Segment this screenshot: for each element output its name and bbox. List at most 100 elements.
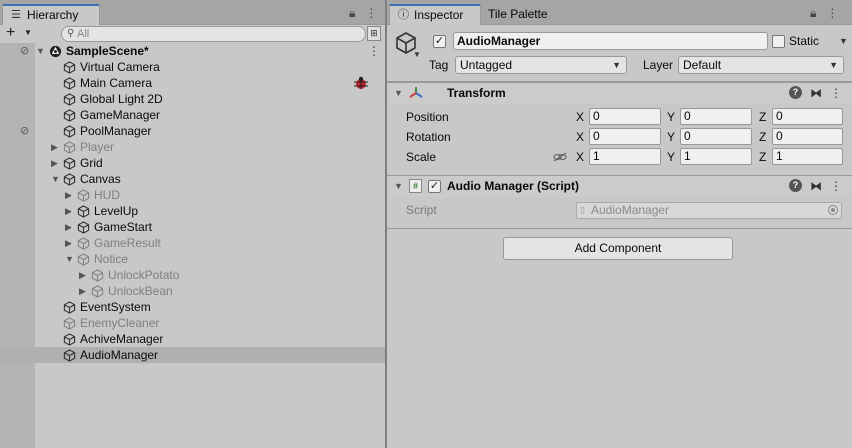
transform-field-z[interactable]: 0 — [772, 108, 843, 125]
hierarchy-item-label: EnemyCleaner — [80, 316, 160, 330]
static-dropdown-icon[interactable]: ▼ — [839, 36, 848, 46]
expand-arrow-icon[interactable]: ▼ — [65, 251, 75, 267]
lock-icon[interactable]: 🔒︎ — [349, 6, 355, 21]
tab-inspector-label: Inspector — [414, 8, 464, 22]
transform-row-label: Rotation — [406, 130, 451, 144]
object-picker-icon[interactable] — [828, 205, 838, 215]
fold-arrow-icon[interactable]: ▼ — [394, 88, 403, 98]
more-menu-icon[interactable]: ⋮ — [826, 6, 838, 20]
hierarchy-item[interactable]: ▼ Notice — [0, 251, 386, 267]
hierarchy-item[interactable]: ▶ UnlockBean — [0, 283, 386, 299]
hierarchy-item[interactable]: AchiveManager — [0, 331, 386, 347]
expand-arrow-icon[interactable]: ▼ — [36, 43, 46, 59]
hierarchy-item[interactable]: EnemyCleaner — [0, 315, 386, 331]
static-checkbox[interactable] — [772, 35, 785, 48]
collapse-arrow-icon[interactable]: ▶ — [65, 219, 75, 235]
expand-arrow-icon[interactable]: ▼ — [51, 171, 61, 187]
hierarchy-item[interactable]: Virtual Camera — [0, 59, 386, 75]
tab-inspector[interactable]: ⓘ Inspector — [389, 4, 481, 25]
hierarchy-item[interactable]: AudioManager — [0, 347, 386, 363]
inspector-tab-bar: ⓘ Inspector Tile Palette 🔒︎ ⋮ — [387, 0, 852, 25]
axis-label-y[interactable]: Y — [667, 110, 675, 124]
transform-field-z[interactable]: 1 — [772, 148, 843, 165]
hierarchy-item[interactable]: ▶ GameStart — [0, 219, 386, 235]
collapse-arrow-icon[interactable]: ▶ — [51, 155, 61, 171]
component-menu-icon[interactable]: ⋮ — [830, 86, 842, 100]
axis-label-z[interactable]: Z — [759, 150, 766, 164]
create-plus-button[interactable]: + — [6, 25, 15, 41]
chevron-down-icon[interactable]: ▼ — [413, 50, 421, 59]
collapse-arrow-icon[interactable]: ▶ — [65, 203, 75, 219]
tab-tile-palette[interactable]: Tile Palette — [483, 4, 548, 25]
script-object-field[interactable]: ▯ AudioManager — [576, 202, 842, 219]
search-filter-button[interactable]: ⊞ — [367, 26, 381, 41]
hierarchy-search[interactable]: ⚲ — [61, 26, 366, 42]
hierarchy-item[interactable]: ▶ GameResult — [0, 235, 386, 251]
scene-row[interactable]: ⊘ ▼ SampleScene* ⋮ — [0, 43, 386, 59]
script-enabled-checkbox[interactable]: ✓ — [428, 180, 441, 193]
fold-arrow-icon[interactable]: ▼ — [394, 181, 403, 191]
hierarchy-item[interactable]: ▼ Canvas — [0, 171, 386, 187]
hierarchy-item[interactable]: ▶ HUD — [0, 187, 386, 203]
collapse-arrow-icon[interactable]: ▶ — [65, 187, 75, 203]
object-name-field[interactable]: AudioManager — [453, 32, 768, 50]
hierarchy-item[interactable]: Main Camera — [0, 75, 386, 91]
transform-field-y[interactable]: 0 — [680, 128, 752, 145]
hierarchy-item[interactable]: PoolManager ⊘ — [0, 123, 386, 139]
static-label: Static — [789, 34, 820, 48]
axis-label-x[interactable]: X — [576, 150, 584, 164]
scene-menu-icon[interactable]: ⋮ — [368, 43, 380, 59]
preset-sliders-icon[interactable]: ⧓ — [810, 179, 822, 193]
hierarchy-item[interactable]: ▶ LevelUp — [0, 203, 386, 219]
chevron-down-icon[interactable]: ▼ — [24, 28, 32, 37]
collapse-arrow-icon[interactable]: ▶ — [79, 283, 89, 299]
axis-label-x[interactable]: X — [576, 110, 584, 124]
more-menu-icon[interactable]: ⋮ — [365, 6, 377, 20]
collapse-arrow-icon[interactable]: ▶ — [79, 267, 89, 283]
hidden-eye-icon[interactable]: ⊘ — [20, 123, 29, 139]
hierarchy-tree: ⊘ ▼ SampleScene* ⋮ Virtual Camera Main Ca… — [0, 43, 386, 363]
axis-label-y[interactable]: Y — [667, 150, 675, 164]
hierarchy-item[interactable]: Global Light 2D — [0, 91, 386, 107]
axis-label-z[interactable]: Z — [759, 130, 766, 144]
layer-dropdown[interactable]: Default ▼ — [678, 56, 844, 74]
transform-header[interactable]: ▼ Transform ? ⧓ ⋮ — [387, 82, 852, 104]
tab-hierarchy-label: Hierarchy — [27, 8, 79, 22]
preset-sliders-icon[interactable]: ⧓ — [810, 86, 822, 100]
scene-visibility-icon[interactable]: ⊘ — [20, 43, 29, 59]
active-checkbox[interactable]: ✓ — [433, 35, 446, 48]
tab-hierarchy[interactable]: ☰ Hierarchy — [2, 4, 100, 25]
component-menu-icon[interactable]: ⋮ — [830, 179, 842, 193]
transform-field-y[interactable]: 1 — [680, 148, 752, 165]
axis-label-y[interactable]: Y — [667, 130, 675, 144]
constrain-proportions-icon[interactable] — [553, 152, 567, 162]
tag-dropdown[interactable]: Untagged ▼ — [455, 56, 627, 74]
hierarchy-item[interactable]: GameManager — [0, 107, 386, 123]
transform-row-label: Scale — [406, 150, 437, 164]
lock-icon[interactable]: 🔒︎ — [810, 6, 816, 21]
collapse-arrow-icon[interactable]: ▶ — [65, 235, 75, 251]
transform-field-x[interactable]: 1 — [589, 148, 661, 165]
axis-label-x[interactable]: X — [576, 130, 584, 144]
help-icon[interactable]: ? — [789, 179, 802, 192]
transform-field-x[interactable]: 0 — [589, 128, 661, 145]
add-component-button[interactable]: Add Component — [503, 237, 733, 260]
hierarchy-item[interactable]: ▶ UnlockPotato — [0, 267, 386, 283]
gameobject-cube-icon — [91, 285, 104, 298]
hierarchy-item[interactable]: ▶ Grid — [0, 155, 386, 171]
help-icon[interactable]: ? — [789, 86, 802, 99]
transform-field-y[interactable]: 0 — [680, 108, 752, 125]
collapse-arrow-icon[interactable]: ▶ — [51, 139, 61, 155]
hierarchy-item[interactable]: ▶ Player — [0, 139, 386, 155]
search-input[interactable] — [77, 27, 357, 41]
hierarchy-item[interactable]: EventSystem — [0, 299, 386, 315]
axis-label-z[interactable]: Z — [759, 110, 766, 124]
transform-field-z[interactable]: 0 — [772, 128, 843, 145]
unity-scene-icon — [49, 45, 62, 58]
hierarchy-item-label: UnlockPotato — [108, 268, 180, 282]
script-component-header[interactable]: ▼ # ✓ Audio Manager (Script) ? ⧓ ⋮ — [387, 175, 852, 197]
tag-value: Untagged — [460, 58, 513, 72]
transform-field-x[interactable]: 0 — [589, 108, 661, 125]
chevron-down-icon: ▼ — [612, 60, 621, 70]
component-divider — [387, 228, 852, 229]
